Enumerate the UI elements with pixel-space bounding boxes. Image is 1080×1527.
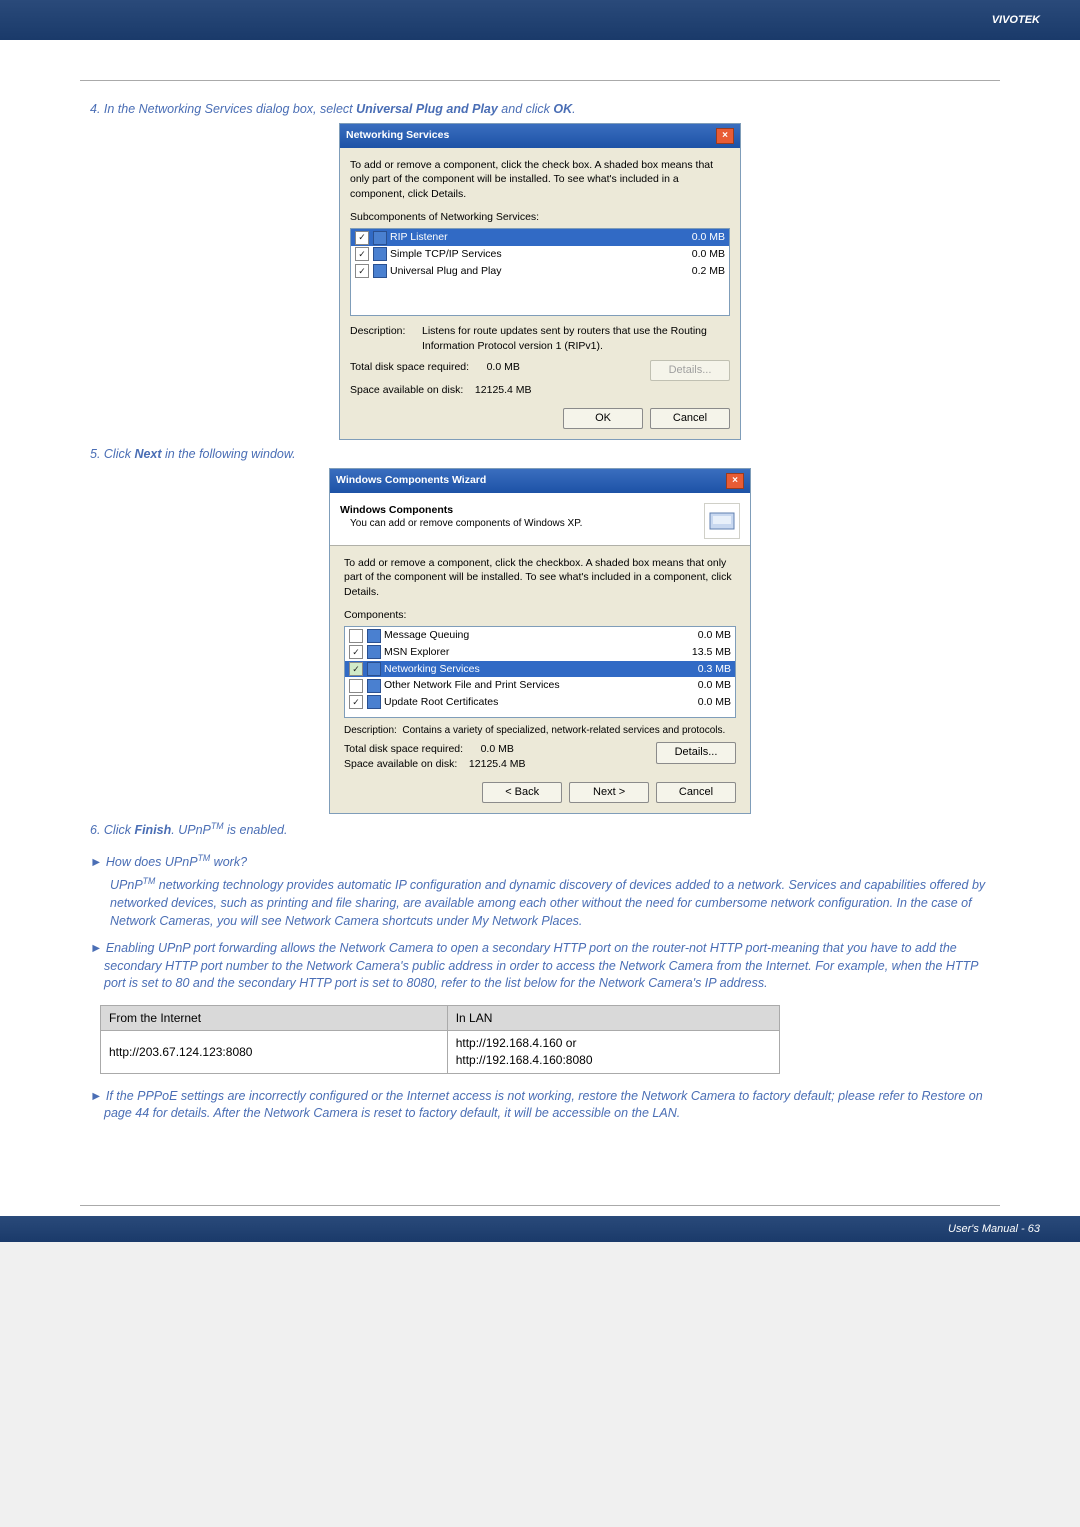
subcomponents-list[interactable]: ✓ RIP Listener 0.0 MB ✓ Simple TCP/IP Se…: [350, 228, 730, 316]
address-table: From the Internet In LAN http://203.67.1…: [100, 1005, 780, 1074]
close-icon[interactable]: ×: [726, 473, 744, 489]
list-item[interactable]: ✓ Simple TCP/IP Services 0.0 MB: [351, 246, 729, 263]
table-cell: http://203.67.124.123:8080: [101, 1031, 448, 1074]
close-icon[interactable]: ×: [716, 128, 734, 144]
description: Description: Contains a variety of speci…: [344, 724, 736, 738]
dialog-title: Windows Components Wizard: [336, 473, 486, 488]
wizard-subheading: You can add or remove components of Wind…: [350, 517, 704, 531]
cancel-button[interactable]: Cancel: [656, 782, 736, 803]
step4: 4. In the Networking Services dialog box…: [90, 101, 990, 119]
component-icon: [367, 695, 381, 709]
networking-services-dialog: Networking Services × To add or remove a…: [339, 123, 741, 441]
wizard-heading: Windows Components: [340, 504, 453, 516]
list-item[interactable]: ✓ MSN Explorer 13.5 MB: [345, 644, 735, 661]
list-item[interactable]: ✓ Universal Plug and Play 0.2 MB: [351, 263, 729, 280]
checkbox-icon[interactable]: ✓: [355, 247, 369, 261]
ok-button[interactable]: OK: [563, 408, 643, 429]
top-rule: [80, 80, 1000, 81]
bottom-rule: [80, 1205, 1000, 1206]
faq-pppoe-reset: ► If the PPPoE settings are incorrectly …: [90, 1088, 990, 1123]
checkbox-icon[interactable]: ✓: [349, 695, 363, 709]
components-list[interactable]: Message Queuing 0.0 MB ✓ MSN Explorer 13…: [344, 626, 736, 718]
step5: 5. Click Next in the following window.: [90, 446, 990, 464]
details-button: Details...: [650, 360, 730, 381]
list-item[interactable]: Other Network File and Print Services 0.…: [345, 677, 735, 694]
network-icon: [373, 247, 387, 261]
checkbox-icon[interactable]: [349, 679, 363, 693]
brand: VIVOTEK: [992, 14, 1040, 26]
faq-how-does-upnp-work: ► How does UPnPTM work? UPnPTM networkin…: [90, 852, 990, 930]
wizard-intro: To add or remove a component, click the …: [344, 556, 736, 600]
faq-upnp-port-forwarding: ► Enabling UPnP port forwarding allows t…: [90, 940, 990, 1074]
dialog-intro: To add or remove a component, click the …: [350, 158, 730, 202]
list-item[interactable]: ✓ Networking Services 0.3 MB: [345, 661, 735, 678]
header-bar: VIVOTEK: [0, 0, 1080, 40]
list-item[interactable]: ✓ RIP Listener 0.0 MB: [351, 229, 729, 246]
component-icon: [367, 645, 381, 659]
cancel-button[interactable]: Cancel: [650, 408, 730, 429]
checkbox-icon[interactable]: ✓: [355, 264, 369, 278]
description-row: Description: Listens for route updates s…: [350, 324, 730, 353]
table-header: From the Internet: [101, 1005, 448, 1031]
checkbox-icon[interactable]: ✓: [355, 231, 369, 245]
next-button[interactable]: Next >: [569, 782, 649, 803]
step6: 6. Click Finish. UPnPTM is enabled.: [90, 820, 990, 840]
footer-bar: User's Manual - 63: [0, 1216, 1080, 1242]
table-cell: http://192.168.4.160 or http://192.168.4…: [447, 1031, 779, 1074]
footer-text: User's Manual - 63: [948, 1223, 1040, 1235]
dialog-titlebar: Networking Services ×: [340, 124, 740, 148]
components-label: Components:: [344, 608, 736, 623]
checkbox-icon[interactable]: [349, 629, 363, 643]
details-button[interactable]: Details...: [656, 742, 736, 763]
table-header: In LAN: [447, 1005, 779, 1031]
component-icon: [367, 629, 381, 643]
dialog-title: Networking Services: [346, 128, 449, 143]
wizard-icon: [704, 503, 740, 539]
list-item[interactable]: ✓ Update Root Certificates 0.0 MB: [345, 694, 735, 711]
dialog-titlebar: Windows Components Wizard ×: [330, 469, 750, 493]
checkbox-icon[interactable]: ✓: [349, 645, 363, 659]
component-icon: [367, 662, 381, 676]
component-icon: [367, 679, 381, 693]
subcomponents-label: Subcomponents of Networking Services:: [350, 210, 730, 225]
back-button[interactable]: < Back: [482, 782, 562, 803]
windows-components-wizard: Windows Components Wizard × Windows Comp…: [329, 468, 751, 815]
network-icon: [373, 231, 387, 245]
network-icon: [373, 264, 387, 278]
list-item[interactable]: Message Queuing 0.0 MB: [345, 627, 735, 644]
checkbox-icon[interactable]: ✓: [349, 662, 363, 676]
